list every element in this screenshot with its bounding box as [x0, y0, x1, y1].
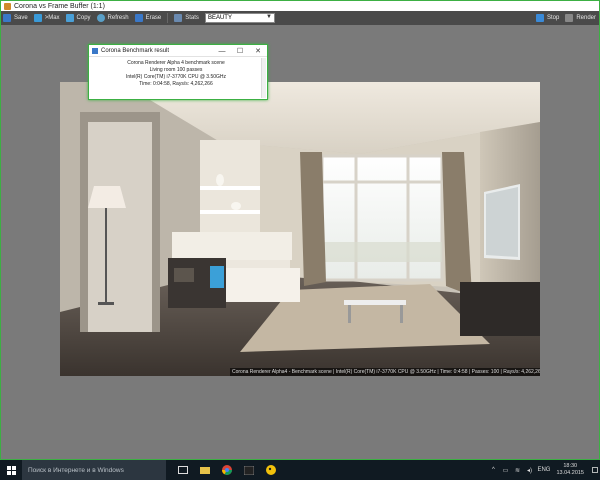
copy-icon	[65, 14, 74, 22]
minimize-button[interactable]: —	[213, 45, 231, 57]
max-icon	[33, 14, 42, 22]
copy-label: Copy	[76, 15, 91, 21]
windows-taskbar: Поиск в Интернете и в Windows ^ ▭ ≋ ◂) E…	[0, 460, 600, 480]
task-view-icon	[178, 466, 188, 474]
corona-button[interactable]	[260, 460, 282, 480]
result-line-1: Corona Renderer Alpha 4 benchmark scene	[127, 60, 225, 66]
dialog-scrollbar[interactable]	[261, 58, 266, 98]
living-room-render-illustration	[60, 82, 540, 376]
start-button[interactable]	[0, 460, 22, 480]
windows-logo-icon	[6, 465, 16, 475]
toolbar-divider	[167, 13, 169, 23]
dialog-titlebar: Corona Benchmark result — ☐ ✕	[89, 45, 267, 57]
benchmark-result-dialog: Corona Benchmark result — ☐ ✕ Corona Ren…	[88, 44, 268, 100]
corona-icon	[266, 465, 276, 475]
save-button[interactable]: Save	[3, 12, 28, 24]
network-icon[interactable]: ≋	[513, 466, 521, 474]
result-line-3: Intel(R) Core(TM) i7-3770K CPU @ 3.50GHz	[125, 74, 227, 80]
maximize-button[interactable]: ☐	[231, 45, 249, 57]
render-icon	[565, 14, 574, 22]
refresh-label: Refresh	[107, 15, 129, 21]
result-line-4: Time: 0:04:58, Rays/s: 4,262,266	[139, 81, 213, 87]
chrome-button[interactable]	[216, 460, 238, 480]
render-info-stamp: Corona Renderer Alpha4 - Benchmark scene…	[230, 368, 540, 376]
stop-button[interactable]: Stop	[535, 12, 560, 24]
erase-button[interactable]: Erase	[134, 12, 162, 24]
clock-time: 18:30	[563, 463, 578, 469]
erase-label: Erase	[145, 15, 162, 21]
stop-icon	[535, 14, 544, 22]
max-label: >Max	[44, 15, 60, 21]
render-label: Render	[576, 15, 596, 21]
system-tray: ^ ▭ ≋ ◂) ENG 18:30 13.04.2015	[489, 460, 600, 480]
search-placeholder: Поиск в Интернете и в Windows	[28, 466, 124, 474]
taskbar-apps	[172, 460, 282, 480]
action-center-icon	[592, 467, 598, 473]
copy-button[interactable]: Copy	[65, 12, 91, 24]
stop-label: Stop	[546, 15, 560, 21]
dialog-text-area[interactable]: Corona Renderer Alpha 4 benchmark scene …	[89, 57, 267, 99]
erase-icon	[134, 14, 143, 22]
dialog-app-icon	[92, 47, 98, 54]
notification-icon[interactable]: ▭	[501, 466, 509, 474]
refresh-icon	[96, 14, 105, 22]
language-indicator[interactable]: ENG	[537, 467, 550, 473]
result-line-2: Living room 100 passes	[149, 67, 203, 73]
save-label: Save	[14, 15, 28, 21]
file-explorer-button[interactable]	[194, 460, 216, 480]
clock-date: 13.04.2015	[556, 470, 584, 476]
save-icon	[3, 14, 11, 22]
corona-app-icon	[4, 2, 11, 10]
rendered-image: Corona Renderer Alpha4 - Benchmark scene…	[60, 82, 540, 376]
render-button[interactable]: Render	[565, 12, 596, 24]
maximize-icon: ☐	[236, 48, 244, 55]
3ds-max-button[interactable]	[238, 460, 260, 480]
minimize-icon: —	[218, 47, 226, 55]
taskbar-search-box[interactable]: Поиск в Интернете и в Windows	[22, 460, 166, 480]
channel-select[interactable]: BEAUTY ▼	[204, 13, 275, 23]
refresh-button[interactable]: Refresh	[96, 12, 129, 24]
volume-icon[interactable]: ◂)	[525, 466, 533, 474]
window-title: Corona vs Frame Buffer (1:1)	[14, 2, 105, 10]
stats-button[interactable]: Stats	[174, 12, 199, 24]
window-titlebar: Corona vs Frame Buffer (1:1)	[1, 1, 599, 11]
folder-icon	[200, 467, 210, 474]
close-button[interactable]: ✕	[249, 45, 267, 57]
chevron-down-icon: ▼	[265, 14, 272, 20]
max-button[interactable]: >Max	[33, 12, 60, 24]
channel-value: BEAUTY	[207, 15, 232, 21]
dialog-title: Corona Benchmark result	[101, 47, 170, 54]
clock[interactable]: 18:30 13.04.2015	[556, 463, 584, 477]
console-icon	[244, 465, 254, 475]
chevron-up-icon[interactable]: ^	[489, 466, 497, 474]
stats-icon	[174, 14, 183, 22]
task-view-button[interactable]	[172, 460, 194, 480]
toolbar: Save >Max Copy Refresh Erase Stats BEAUT…	[1, 11, 599, 25]
action-center-button[interactable]	[590, 460, 600, 480]
chrome-icon	[222, 465, 232, 475]
stats-label: Stats	[185, 15, 199, 21]
close-icon: ✕	[255, 48, 261, 55]
